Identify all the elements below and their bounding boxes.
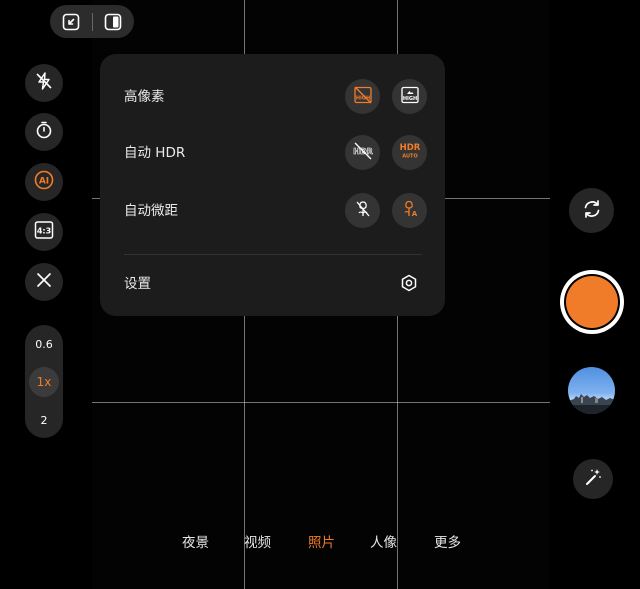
collapse-arrows-icon[interactable]	[50, 5, 92, 38]
aspect-ratio-button[interactable]: 4:3	[25, 213, 63, 251]
high-res-off-icon: HIGH	[352, 84, 374, 110]
hdr-auto-subtext: AUTO	[402, 153, 417, 159]
split-view-icon[interactable]	[92, 5, 134, 38]
zoom-level-0-6[interactable]: 0.6	[25, 329, 63, 359]
ai-label: AI	[39, 177, 49, 187]
macro-auto-text: A	[411, 210, 417, 218]
high-res-label: 高像素	[124, 89, 165, 105]
quick-settings-panel: 高像素 HIGH HIGH 自动 HDR HDR HDRAUTO 自动微距 A …	[100, 54, 445, 316]
mode-night[interactable]: 夜景	[182, 531, 209, 551]
gallery-thumbnail[interactable]	[568, 367, 615, 414]
macro-auto-button[interactable]: A	[392, 193, 427, 228]
flash-off-icon	[34, 71, 54, 95]
zoom-level-1x[interactable]: 1x	[29, 367, 59, 397]
mode-video[interactable]: 视频	[244, 531, 271, 551]
mode-photo[interactable]: 照片	[308, 531, 335, 551]
high-res-on-button[interactable]: HIGH	[392, 79, 427, 114]
close-icon	[35, 271, 53, 293]
macro-auto-icon: A	[399, 198, 421, 224]
shutter-core	[566, 276, 618, 328]
ai-icon: AI	[33, 169, 55, 195]
mode-portrait[interactable]: 人像	[370, 531, 397, 551]
hdr-auto-button[interactable]: HDR AUTO	[392, 135, 427, 170]
gallery-thumbnail-image	[568, 394, 615, 414]
magic-wand-icon	[583, 467, 603, 491]
hdr-auto-text: HDR	[399, 143, 420, 153]
hdr-auto-icon: HDR AUTO	[397, 139, 423, 167]
macro-off-button[interactable]	[345, 193, 380, 228]
timer-icon	[34, 120, 54, 144]
macro-off-icon	[352, 198, 374, 224]
high-res-on-icon: HIGH	[399, 84, 421, 110]
mode-selector: 夜景 视频 照片 人像 更多	[0, 531, 640, 551]
shutter-ring	[564, 274, 620, 330]
hdr-off-icon: HDR	[351, 140, 375, 166]
switch-camera-button[interactable]	[569, 188, 614, 233]
panel-divider	[124, 254, 422, 255]
ai-button[interactable]: AI	[25, 163, 63, 201]
shutter-button[interactable]	[560, 270, 624, 334]
high-res-off-button[interactable]: HIGH	[345, 79, 380, 114]
timer-button[interactable]	[25, 113, 63, 151]
zoom-selector: 0.6 1x 2	[25, 325, 63, 438]
settings-gear-icon[interactable]	[398, 272, 420, 294]
aspect-ratio-label: 4:3	[37, 227, 51, 236]
hdr-off-button[interactable]: HDR	[345, 135, 380, 170]
aspect-ratio-icon: 4:3	[33, 219, 55, 245]
high-res-on-text: HIGH	[402, 95, 416, 101]
magic-wand-button[interactable]	[573, 459, 613, 499]
auto-hdr-label: 自动 HDR	[124, 145, 186, 161]
settings-label[interactable]: 设置	[124, 275, 151, 293]
mode-more[interactable]: 更多	[434, 531, 461, 551]
close-button[interactable]	[25, 263, 63, 301]
top-toolbar	[50, 5, 134, 38]
flash-off-button[interactable]	[25, 64, 63, 102]
auto-macro-label: 自动微距	[124, 203, 178, 219]
zoom-level-2[interactable]: 2	[25, 405, 63, 435]
switch-camera-icon	[581, 198, 603, 224]
grid-line-horizontal-2	[92, 402, 550, 403]
